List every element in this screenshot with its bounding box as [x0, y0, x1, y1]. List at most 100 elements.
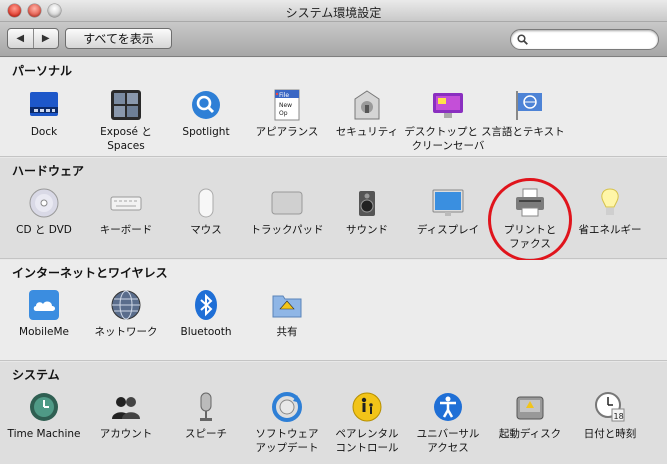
time-machine-icon [28, 391, 60, 423]
search-field[interactable] [510, 29, 659, 50]
nav-buttons: ◀ ▶ [7, 28, 59, 49]
red-annotation-circle [488, 178, 572, 262]
date-day-text: 18 [614, 412, 624, 421]
pane-speech[interactable]: スピーチ [166, 391, 246, 441]
pane-parental-controls[interactable]: ペアレンタル コントロール [327, 391, 407, 455]
toolbar: ◀ ▶ すべてを表示 [0, 22, 667, 57]
appearance-icon: File New Op [271, 89, 303, 121]
accounts-icon [110, 391, 142, 423]
pane-label: ディスプレイ [416, 224, 480, 236]
pane-label: マウス [190, 224, 222, 236]
sound-icon [351, 187, 383, 219]
pane-time-machine[interactable]: Time Machine [4, 391, 84, 441]
pane-network[interactable]: ネットワーク [86, 289, 166, 339]
pane-label: トラックパッド [250, 224, 324, 236]
bluetooth-icon [190, 289, 222, 321]
mobileme-icon [28, 289, 60, 321]
pane-label: Bluetooth [180, 326, 232, 338]
pane-desktop-screensaver[interactable]: デスクトップと スクリーンセーバ [404, 89, 492, 153]
pane-startup-disk[interactable]: 起動ディスク [490, 391, 570, 441]
pane-label: Dock [30, 126, 58, 138]
pane-label: 起動ディスク [498, 428, 562, 440]
software-update-icon [271, 391, 303, 423]
pane-label: セキュリティ [335, 126, 399, 138]
mouse-icon [190, 187, 222, 219]
universal-access-icon [432, 391, 464, 423]
forward-button[interactable]: ▶ [32, 29, 59, 48]
pane-label: Time Machine [7, 428, 81, 440]
pane-label: 言語とテキスト [491, 126, 565, 138]
pane-security[interactable]: セキュリティ [327, 89, 407, 139]
section-title: システム [12, 368, 60, 382]
back-button[interactable]: ◀ [8, 29, 33, 48]
pane-expose-spaces[interactable]: Exposé と Spaces [86, 89, 166, 153]
appearance-op-text: Op [279, 110, 288, 117]
pane-sound[interactable]: サウンド [327, 187, 407, 237]
sharing-icon [271, 289, 303, 321]
trackpad-icon [271, 187, 303, 219]
pane-sharing[interactable]: 共有 [247, 289, 327, 339]
pane-spotlight[interactable]: Spotlight [166, 89, 246, 139]
window-title: システム環境設定 [285, 6, 382, 20]
pane-label: CD と DVD [16, 224, 72, 236]
pane-label: ユニバーサル アクセス [416, 428, 480, 454]
section-title: インターネットとワイヤレス [12, 266, 168, 280]
pane-keyboard[interactable]: キーボード [86, 187, 166, 237]
pane-cd-dvd[interactable]: CD と DVD [4, 187, 84, 237]
pane-language-text[interactable]: 言語とテキスト [488, 89, 568, 139]
pane-label: 共有 [276, 326, 298, 338]
language-text-icon [512, 89, 544, 121]
parental-controls-icon [351, 391, 383, 423]
keyboard-icon [110, 187, 142, 219]
pane-energy-saver[interactable]: 省エネルギー [570, 187, 650, 237]
pane-dock[interactable]: Dock [4, 89, 84, 139]
security-icon [351, 89, 383, 121]
section-personal: パーソナル Dock Exposé と Spaces Spotlight Fil… [0, 58, 667, 157]
pane-label: ネットワーク [94, 326, 158, 338]
pane-universal-access[interactable]: ユニバーサル アクセス [408, 391, 488, 455]
pane-trackpad[interactable]: トラックパッド [247, 187, 327, 237]
energy-saver-icon [594, 187, 626, 219]
date-time-icon: 18 [594, 391, 626, 423]
pane-label: ソフトウェア アップデート [255, 428, 319, 454]
pane-label: 省エネルギー [578, 224, 642, 236]
appearance-file-text: File [279, 92, 289, 99]
display-icon [432, 187, 464, 219]
cd-dvd-icon [28, 187, 60, 219]
speech-icon [190, 391, 222, 423]
pane-accounts[interactable]: アカウント [86, 391, 166, 441]
search-icon [517, 34, 528, 45]
section-title: ハードウェア [12, 164, 85, 178]
pane-software-update[interactable]: ソフトウェア アップデート [247, 391, 327, 455]
expose-spaces-icon [110, 89, 142, 121]
appearance-new-text: New [279, 102, 292, 109]
pane-date-time[interactable]: 18 日付と時刻 [570, 391, 650, 441]
pane-label: キーボード [99, 224, 153, 236]
search-input[interactable] [533, 32, 651, 47]
dock-icon [28, 89, 60, 121]
forward-arrow-icon: ▶ [41, 33, 50, 44]
pane-label: ペアレンタル コントロール [335, 428, 399, 454]
pane-label: アピアランス [255, 126, 319, 138]
pane-label: デスクトップと スクリーンセーバ [404, 126, 492, 152]
section-hardware: ハードウェア CD と DVD キーボード マウス トラックパッド サウンド デ… [0, 158, 667, 262]
pane-label: 日付と時刻 [583, 428, 637, 440]
pane-label: Exposé と Spaces [100, 126, 152, 152]
pane-label: Spotlight [182, 126, 230, 138]
show-all-button[interactable]: すべてを表示 [65, 28, 172, 49]
title-bar: システム環境設定 [0, 0, 667, 22]
network-icon [110, 289, 142, 321]
pane-label: アカウント [99, 428, 153, 440]
back-arrow-icon: ◀ [16, 33, 25, 44]
pane-bluetooth[interactable]: Bluetooth [166, 289, 246, 339]
pane-label: スピーチ [185, 428, 227, 440]
pane-mobileme[interactable]: MobileMe [4, 289, 84, 339]
startup-disk-icon [514, 391, 546, 423]
section-internet-wireless: インターネットとワイヤレス MobileMe ネットワーク Bluetooth … [0, 260, 667, 361]
pane-label: サウンド [346, 224, 388, 236]
section-system: システム Time Machine アカウント スピーチ ソフトウェア アップデ… [0, 362, 667, 464]
pane-mouse[interactable]: マウス [166, 187, 246, 237]
pane-appearance[interactable]: File New Op アピアランス [247, 89, 327, 139]
desktop-screensaver-icon [432, 89, 464, 121]
pane-display[interactable]: ディスプレイ [408, 187, 488, 237]
